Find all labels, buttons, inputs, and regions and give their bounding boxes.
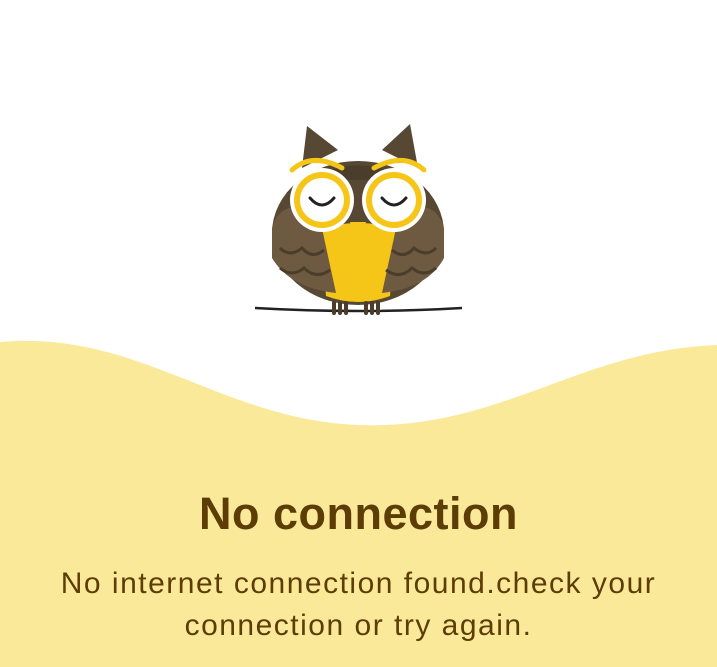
- error-message: No internet connection found.check your …: [60, 567, 657, 642]
- error-title: No connection: [199, 488, 518, 539]
- owl-illustration: [250, 118, 470, 323]
- owl-icon: [254, 124, 463, 315]
- no-connection-screen: No connection No internet connection fou…: [0, 0, 717, 667]
